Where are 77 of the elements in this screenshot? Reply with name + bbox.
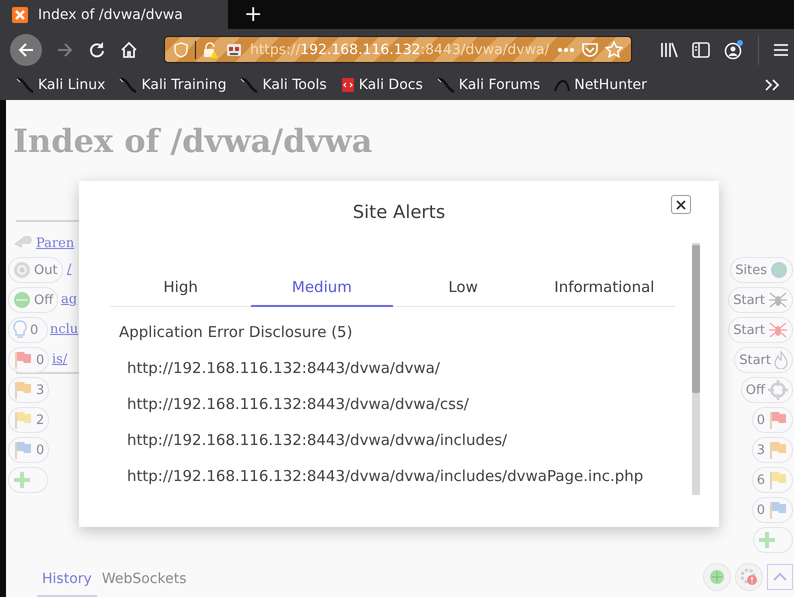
menu-icon[interactable] [773, 42, 789, 56]
bookmark-item[interactable]: Kali Forums [436, 77, 540, 93]
alert-url[interactable]: http://192.168.116.132:8443/dvwa/dvwa/ [127, 359, 675, 377]
hud-button[interactable]: 2 [8, 407, 50, 433]
sidebar-icon[interactable] [692, 42, 710, 58]
alert-level-tab[interactable]: Low [392, 270, 534, 307]
bookmark-item[interactable]: NetHunter [554, 77, 647, 93]
favicon-icon [12, 6, 28, 22]
alert-url[interactable]: http://192.168.116.132:8443/dvwa/dvwa/includes/dvwaPage.inc.php [127, 467, 675, 485]
hud-button[interactable]: 0 [8, 437, 50, 463]
drawer-tab[interactable]: WebSockets [96, 565, 192, 597]
more-icon[interactable] [557, 46, 575, 52]
alert-level-tab[interactable]: Informational [534, 270, 675, 307]
alert-level-tab[interactable]: High [110, 270, 252, 307]
gear-alert-button[interactable] [735, 563, 763, 591]
directory-link[interactable]: is/ [52, 352, 68, 367]
shield-icon[interactable] [173, 42, 189, 58]
book-icon [340, 77, 355, 93]
new-tab-button[interactable]: + [236, 0, 270, 29]
lightbulb-icon [13, 320, 27, 340]
bookmark-item[interactable]: Kali Training [119, 77, 226, 93]
hud-button[interactable]: Sites [730, 257, 793, 283]
minus-circle-icon [13, 291, 31, 309]
hud-button[interactable]: 6 [752, 467, 793, 493]
hud-button[interactable]: 0 [752, 407, 793, 433]
gear-alert-icon [740, 568, 758, 586]
reload-icon[interactable] [88, 40, 106, 58]
star-icon[interactable] [605, 40, 623, 58]
caret-up-icon [773, 572, 787, 582]
hud-button[interactable]: 0 [752, 497, 793, 523]
scrollbar[interactable] [692, 243, 700, 495]
close-button[interactable] [671, 195, 691, 214]
back-icon [17, 40, 35, 58]
plus-icon [13, 471, 31, 489]
bookmark-item[interactable]: Kali Linux [16, 77, 106, 93]
hud-button[interactable]: 3 [752, 437, 793, 463]
crosshair-icon [768, 380, 788, 400]
expand-button[interactable] [767, 564, 793, 590]
alert-url[interactable]: http://192.168.116.132:8443/dvwa/dvwa/includes/ [127, 431, 675, 449]
page-heading: Index of /dvwa/dvwa [13, 122, 374, 160]
bookmark-item[interactable]: Kali Docs [340, 77, 423, 93]
chevrons-icon[interactable] [764, 78, 780, 92]
hud-button[interactable]: Out [8, 257, 63, 283]
tab-title: Index of /dvwa/dvwa [38, 6, 183, 22]
directory-link[interactable]: / [67, 262, 72, 277]
drawer-tab[interactable]: History [37, 565, 97, 597]
pocket-icon[interactable] [581, 42, 599, 58]
address-bar[interactable]: https://192.168.116.132:8443/dvwa/dvwa/ [164, 36, 632, 63]
hud-button[interactable]: Start [734, 347, 793, 373]
home-icon[interactable] [120, 40, 138, 58]
library-icon[interactable] [660, 42, 678, 58]
alert-level-tab[interactable]: Medium [251, 270, 392, 307]
url-text[interactable]: https://192.168.116.132:8443/dvwa/dvwa/ [250, 42, 551, 58]
flame-icon [774, 351, 788, 369]
hud-button[interactable]: 0 [8, 317, 48, 343]
back-button[interactable] [10, 34, 42, 66]
hud-button[interactable]: 3 [8, 377, 50, 403]
hud-button[interactable]: 0 [8, 347, 50, 373]
directory-link[interactable]: nclu [50, 322, 78, 337]
globe-icon [770, 261, 788, 279]
parent-link[interactable]: Paren [36, 236, 74, 250]
plus-icon [758, 531, 776, 549]
lock-warning-icon[interactable] [202, 42, 218, 58]
alert-name: Application Error Disclosure (5) [119, 323, 354, 341]
account-icon[interactable] [724, 40, 744, 60]
bookmark-item[interactable]: Kali Tools [240, 77, 327, 93]
browser-tab[interactable]: Index of /dvwa/dvwa [0, 0, 228, 29]
hud-button[interactable]: Start [728, 317, 793, 343]
hud-button[interactable]: Start [728, 287, 793, 313]
close-icon [676, 200, 686, 210]
dialog-title: Site Alerts [352, 202, 446, 223]
hud-button[interactable]: Off [740, 377, 793, 403]
alert-url[interactable]: http://192.168.116.132:8443/dvwa/dvwa/css/ [127, 395, 675, 413]
forward-icon[interactable] [56, 40, 74, 58]
hud-button[interactable]: Off [8, 287, 58, 313]
directory-link[interactable]: ag [61, 292, 78, 307]
status-button[interactable] [703, 563, 731, 591]
